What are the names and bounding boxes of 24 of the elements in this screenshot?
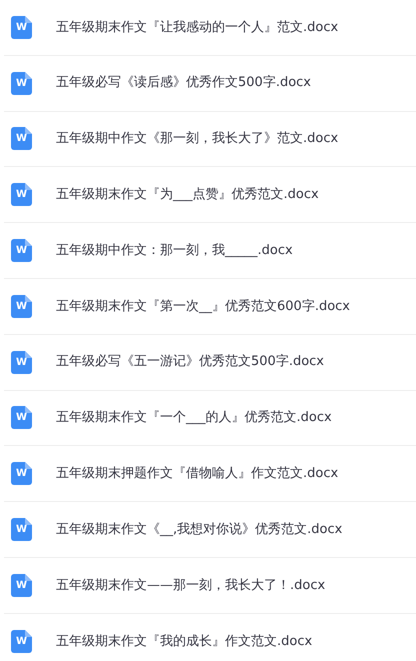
file-name[interactable]: 五年级期末作文『让我感动的一个人』范文.docx [56,18,338,38]
word-document-icon: W [11,127,32,150]
file-name[interactable]: 五年级必写《五一游记》优秀范文500字.docx [56,352,324,372]
word-document-icon: W [11,630,32,654]
word-document-icon: W [11,462,32,486]
file-name[interactable]: 五年级期中作文：那一刻，我_____.docx [56,240,293,260]
word-document-icon: W [11,350,32,374]
file-name[interactable]: 五年级期末作文『为___点赞』优秀范文.docx [56,185,319,205]
word-document-icon: W [11,294,32,318]
file-name[interactable]: 五年级期末押题作文『借物喻人』作文范文.docx [56,464,338,484]
word-document-icon: W [11,518,32,542]
file-name[interactable]: 五年级必写《读后感》优秀作文500字.docx [56,73,311,93]
word-document-icon: W [11,16,32,39]
word-document-icon: W [11,72,32,95]
word-document-icon: W [11,183,32,206]
file-name[interactable]: 五年级期末作文『一个___的人』优秀范文.docx [56,408,332,428]
file-name[interactable]: 五年级期末作文《__,我想对你说》优秀范文.docx [56,520,342,540]
word-document-icon: W [11,406,32,430]
word-document-icon: W [11,239,32,262]
file-name[interactable]: 五年级期末作文『我的成长』作文范文.docx [56,632,312,652]
file-name[interactable]: 五年级期中作文《那一刻，我长大了》范文.docx [56,129,338,149]
word-document-icon: W [11,574,32,597]
file-name[interactable]: 五年级期末作文——那一刻，我长大了！.docx [56,576,326,596]
file-name[interactable]: 五年级期末作文『第一次__』优秀范文600字.docx [56,296,350,316]
